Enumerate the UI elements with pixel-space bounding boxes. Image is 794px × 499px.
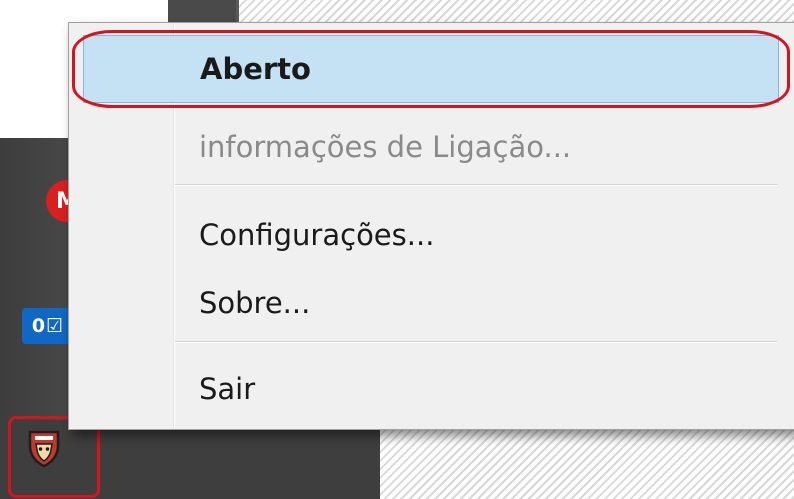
menu-item-settings[interactable]: Configurações...	[69, 201, 794, 269]
menu-item-about[interactable]: Sobre...	[69, 269, 794, 337]
screen: M 0☑ Aberto informações de Ligação... Co…	[0, 0, 794, 499]
window-background-bottom	[380, 420, 794, 499]
menu-item-connection-info: informações de Ligação...	[199, 130, 572, 164]
menu-separator	[175, 184, 777, 186]
menu-separator	[175, 341, 777, 343]
menu-item-exit[interactable]: Sair	[69, 355, 794, 423]
outlook-icon[interactable]: 0☑	[22, 308, 74, 344]
menu-item-annotation	[72, 30, 790, 108]
